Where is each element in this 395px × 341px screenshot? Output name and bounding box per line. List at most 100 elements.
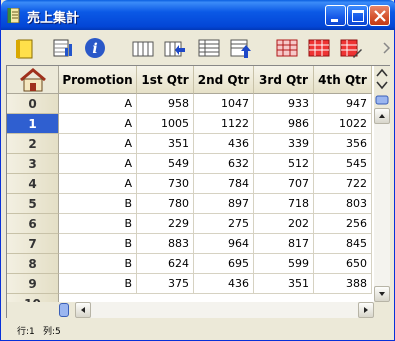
table-cell[interactable]: A: [59, 134, 137, 154]
rows-export-button[interactable]: [229, 36, 253, 60]
table-cell[interactable]: 436: [194, 134, 254, 154]
table-cell[interactable]: 986: [254, 114, 314, 134]
table-cell[interactable]: A: [59, 154, 137, 174]
table-cell[interactable]: 545: [314, 154, 372, 174]
table-cell[interactable]: 436: [194, 274, 254, 294]
table-cell[interactable]: 883: [137, 234, 194, 254]
split-handle[interactable]: [59, 303, 69, 317]
table-cell[interactable]: 780: [137, 194, 194, 214]
column-header[interactable]: 2nd Qtr: [194, 66, 254, 94]
table-cell[interactable]: B: [59, 194, 137, 214]
row-header[interactable]: 1: [7, 114, 59, 134]
columns-import-icon: [164, 41, 185, 57]
table-cell[interactable]: 229: [137, 214, 194, 234]
info-icon: i: [85, 38, 105, 58]
table-cell[interactable]: B: [59, 234, 137, 254]
status-bar: 行:1 列:5: [1, 318, 394, 340]
table-cell[interactable]: B: [59, 254, 137, 274]
maximize-button[interactable]: [347, 5, 368, 26]
column-header[interactable]: 1st Qtr: [137, 66, 194, 94]
table-cell[interactable]: 722: [314, 174, 372, 194]
table-red-icon: [276, 39, 298, 57]
table-cell[interactable]: 632: [194, 154, 254, 174]
toolbar: i: [5, 31, 392, 64]
table-cell[interactable]: 650: [314, 254, 372, 274]
table-cell[interactable]: 275: [194, 214, 254, 234]
table-cell[interactable]: 803: [314, 194, 372, 214]
table-cell[interactable]: A: [59, 114, 137, 134]
table-cell[interactable]: 202: [254, 214, 314, 234]
table-red-edit-button[interactable]: [339, 36, 363, 60]
vertical-scrollbar[interactable]: [374, 108, 390, 302]
table-cell[interactable]: 964: [194, 234, 254, 254]
table-red-grid-button[interactable]: [307, 36, 331, 60]
table-cell[interactable]: 958: [137, 94, 194, 114]
column-header[interactable]: 3rd Qtr: [254, 66, 314, 94]
table-cell[interactable]: 1047: [194, 94, 254, 114]
row-header[interactable]: 5: [7, 194, 59, 214]
table-cell[interactable]: B: [59, 274, 137, 294]
table-cell[interactable]: 624: [137, 254, 194, 274]
more-arrow-icon: [383, 42, 391, 54]
table-cell[interactable]: 695: [194, 254, 254, 274]
more-button[interactable]: [381, 36, 391, 60]
table-cell[interactable]: 599: [254, 254, 314, 274]
table-red-button[interactable]: [275, 36, 299, 60]
row-header[interactable]: 6: [7, 214, 59, 234]
chart-button[interactable]: [51, 36, 75, 60]
scroll-right-button[interactable]: [358, 302, 374, 318]
table-cell[interactable]: 388: [314, 274, 372, 294]
row-header[interactable]: 8: [7, 254, 59, 274]
title-bar[interactable]: 売上集計: [1, 0, 395, 30]
column-header[interactable]: Promotion: [59, 66, 137, 94]
arrow-left-icon: [81, 307, 85, 313]
horizontal-scrollbar[interactable]: [75, 302, 374, 318]
minimize-button[interactable]: [325, 5, 346, 26]
table-cell[interactable]: 351: [137, 134, 194, 154]
table-cell[interactable]: 718: [254, 194, 314, 214]
row-header[interactable]: 3: [7, 154, 59, 174]
columns-import-button[interactable]: [163, 36, 187, 60]
row-header[interactable]: 0: [7, 94, 59, 114]
close-button[interactable]: [369, 5, 390, 26]
table-cell[interactable]: 784: [194, 174, 254, 194]
table-cell[interactable]: 707: [254, 174, 314, 194]
table-cell[interactable]: 356: [314, 134, 372, 154]
horizontal-scroll-area: [7, 302, 390, 318]
table-cell[interactable]: 897: [194, 194, 254, 214]
scroll-left-button[interactable]: [75, 302, 91, 318]
table-cell[interactable]: 817: [254, 234, 314, 254]
note-button[interactable]: [13, 36, 37, 60]
table-cell[interactable]: A: [59, 174, 137, 194]
scroll-down-button[interactable]: [374, 286, 390, 302]
table-cell[interactable]: B: [59, 214, 137, 234]
note-icon: [16, 39, 33, 59]
table-cell[interactable]: 730: [137, 174, 194, 194]
row-header[interactable]: 2: [7, 134, 59, 154]
table-cell[interactable]: 1122: [194, 114, 254, 134]
table-cell[interactable]: 549: [137, 154, 194, 174]
table-cell[interactable]: A: [59, 94, 137, 114]
row-header[interactable]: 9: [7, 274, 59, 294]
scroll-updown-icon[interactable]: [374, 66, 390, 108]
table-cell[interactable]: 845: [314, 234, 372, 254]
table-cell[interactable]: 351: [254, 274, 314, 294]
row-header[interactable]: 4: [7, 174, 59, 194]
info-button[interactable]: i: [83, 36, 107, 60]
grid-corner-button[interactable]: [7, 66, 59, 94]
row-header[interactable]: 7: [7, 234, 59, 254]
table-cell[interactable]: 512: [254, 154, 314, 174]
scroll-up-button[interactable]: [374, 108, 390, 124]
table-cell[interactable]: 1005: [137, 114, 194, 134]
table-cell[interactable]: 933: [254, 94, 314, 114]
columns-button[interactable]: [131, 36, 155, 60]
rows-button[interactable]: [197, 36, 221, 60]
table-cell[interactable]: 375: [137, 274, 194, 294]
column-header[interactable]: 4th Qtr: [314, 66, 372, 94]
table-cell[interactable]: 947: [314, 94, 372, 114]
table-cell[interactable]: 1022: [314, 114, 372, 134]
minimize-icon: [331, 19, 338, 22]
arrow-up-icon: [379, 114, 385, 118]
table-cell[interactable]: 256: [314, 214, 372, 234]
table-cell[interactable]: 339: [254, 134, 314, 154]
